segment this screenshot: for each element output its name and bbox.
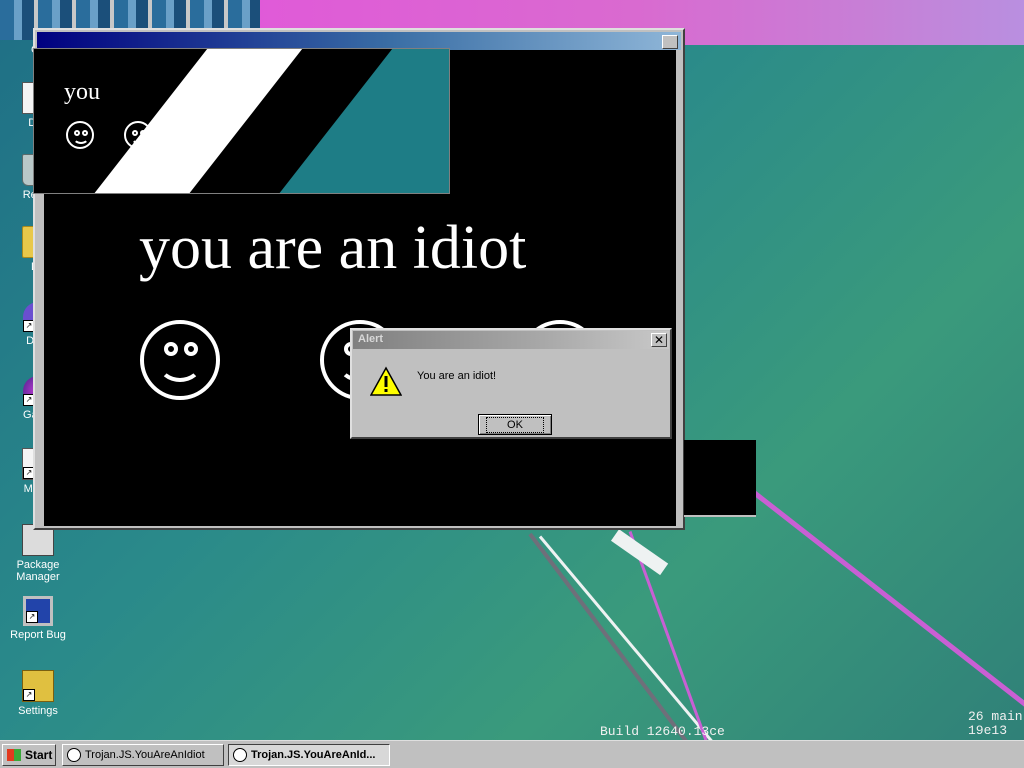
smiley-face-icon bbox=[140, 320, 220, 400]
desktop-icon-label: Settings bbox=[18, 705, 58, 717]
alert-title: Alert bbox=[358, 333, 384, 345]
start-button[interactable]: Start bbox=[2, 744, 56, 766]
glitch-streak bbox=[610, 529, 669, 576]
alert-dialog[interactable]: Alert ✕ You are an idiot! OK bbox=[350, 328, 672, 439]
glitch-streak bbox=[538, 535, 734, 740]
close-button[interactable]: ✕ bbox=[651, 333, 667, 347]
smiley-face-icon bbox=[66, 121, 94, 149]
taskbar-button-label: Trojan.JS.YouAreAnId... bbox=[251, 749, 376, 761]
ghost-window: you you bbox=[33, 48, 450, 194]
alert-titlebar[interactable]: Alert ✕ bbox=[353, 331, 669, 349]
warning-icon bbox=[370, 366, 402, 396]
start-label: Start bbox=[25, 748, 53, 762]
ok-button[interactable]: OK bbox=[478, 414, 552, 435]
build-right-line: 19e13 bbox=[968, 723, 1008, 738]
smiley-face-icon bbox=[233, 748, 247, 762]
smiley-face-icon bbox=[67, 748, 81, 762]
desktop-icon-package-manager[interactable]: Package Manager bbox=[4, 524, 72, 583]
window-control-button[interactable] bbox=[662, 35, 678, 49]
build-text-right: 26 main 19e13 bbox=[968, 710, 1023, 738]
background-window-fragment bbox=[684, 440, 756, 517]
report-bug-icon: ↗ bbox=[23, 596, 53, 626]
desktop-icon-settings[interactable]: ↗ Settings bbox=[4, 670, 72, 717]
taskbar-button-label: Trojan.JS.YouAreAnIdiot bbox=[85, 749, 205, 761]
shortcut-arrow-icon: ↗ bbox=[23, 689, 35, 701]
alert-message: You are an idiot! bbox=[417, 370, 497, 382]
desktop: Co Doc Recyc Do ↗ Door ↗ Game ↗ MsgR Pac… bbox=[0, 0, 1024, 740]
ghost-text: you bbox=[64, 79, 100, 105]
headline-text: you are an idiot bbox=[139, 214, 527, 282]
desktop-icon-report-bug[interactable]: ↗ Report Bug bbox=[4, 596, 72, 641]
build-text: Build 12640.13ce bbox=[600, 724, 725, 739]
close-icon: ✕ bbox=[653, 333, 665, 347]
taskbar-button-idiot-2[interactable]: Trojan.JS.YouAreAnId... bbox=[228, 744, 390, 766]
ok-button-label: OK bbox=[486, 416, 544, 433]
taskbar-button-idiot-1[interactable]: Trojan.JS.YouAreAnIdiot bbox=[62, 744, 224, 766]
taskbar: Start Trojan.JS.YouAreAnIdiot Trojan.JS.… bbox=[0, 740, 1024, 768]
desktop-icon-label: Report Bug bbox=[10, 629, 66, 641]
windows-logo-icon bbox=[7, 749, 21, 761]
desktop-icon-label: Package Manager bbox=[16, 559, 60, 583]
shortcut-arrow-icon: ↗ bbox=[26, 611, 38, 623]
build-right-line: 26 main bbox=[968, 709, 1023, 724]
settings-icon: ↗ bbox=[22, 670, 54, 702]
